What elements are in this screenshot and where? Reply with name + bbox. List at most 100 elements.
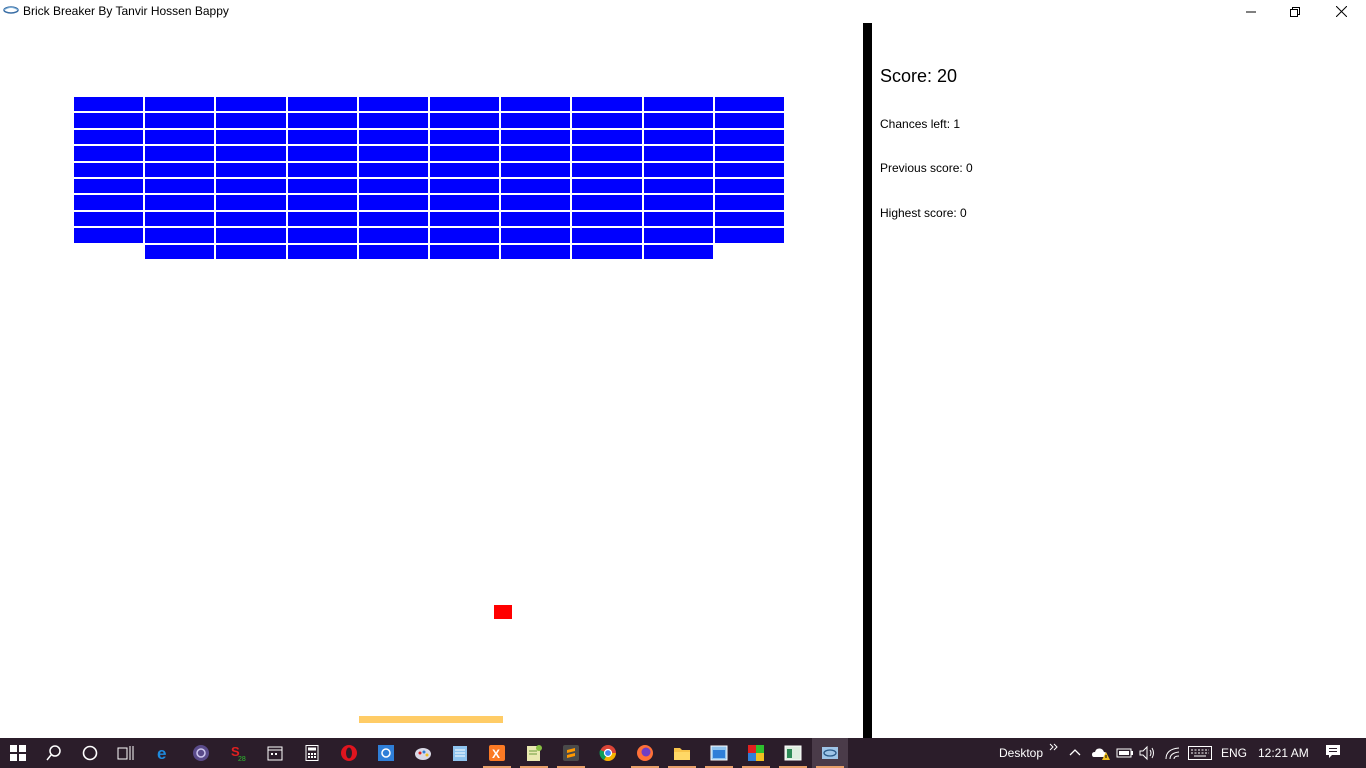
notepad-icon[interactable] [442,738,478,768]
close-button[interactable] [1318,0,1364,23]
brick [216,244,286,259]
brick [430,195,500,210]
calendar-icon[interactable] [257,738,293,768]
app-green-icon[interactable] [775,738,811,768]
brick [145,146,215,161]
edge-icon[interactable]: e [146,738,182,768]
firefox-icon[interactable] [627,738,663,768]
minimize-button[interactable] [1228,0,1274,23]
restore-button[interactable] [1272,0,1318,23]
brick [714,97,784,112]
brick [74,195,144,210]
brick [216,162,286,177]
language-indicator[interactable]: ENG [1221,746,1247,760]
file-explorer-icon[interactable] [664,738,700,768]
chances-text: Chances left: 1 [880,117,961,131]
wifi-icon[interactable] [1164,745,1182,761]
clock-time[interactable]: 12:21 AM [1258,746,1309,760]
opera-icon[interactable] [331,738,367,768]
brick [358,97,428,112]
brick [74,179,144,194]
brick [145,129,215,145]
notepad-plus-icon[interactable] [516,738,552,768]
brick [501,146,571,161]
brick [145,228,215,243]
brick [145,211,215,227]
xampp-icon[interactable]: X [479,738,515,768]
search-icon[interactable] [36,738,72,768]
volume-icon[interactable] [1139,745,1157,761]
restore-icon [1290,6,1300,17]
brick [287,195,357,210]
desktop-toolbar-label[interactable]: Desktop [999,746,1043,760]
brick [287,244,357,259]
brick [430,129,500,145]
brick [287,179,357,194]
app-s-icon[interactable]: S 28 [220,738,256,768]
chevron-right-double-icon[interactable] [1049,743,1059,751]
app-icon [3,6,19,14]
brick [145,113,215,128]
brick-breaker-icon[interactable] [812,738,848,768]
brick [216,211,286,227]
battery-icon[interactable] [1116,745,1134,759]
window-title: Brick Breaker By Tanvir Hossen Bappy [23,4,229,18]
brick [714,113,784,128]
title-bar: Brick Breaker By Tanvir Hossen Bappy [0,0,1366,23]
brick [714,146,784,161]
brick [501,129,571,145]
ball [494,605,512,619]
brick [572,113,642,128]
svg-text:28: 28 [238,756,246,762]
brick [74,211,144,227]
brick [287,97,357,112]
app-color-icon[interactable] [738,738,774,768]
app-window-icon[interactable] [701,738,737,768]
paint-icon[interactable] [405,738,441,768]
brick [572,179,642,194]
brick [572,129,642,145]
minimize-icon [1246,11,1256,12]
brick [216,195,286,210]
score-panel: Score: 20 Chances left: 1 Previous score… [872,23,1366,738]
brick [74,162,144,177]
brick [643,113,713,128]
brick [501,244,571,259]
brick [216,179,286,194]
brick [643,211,713,227]
brick [643,195,713,210]
brick [358,113,428,128]
cortana-icon[interactable] [72,738,108,768]
brick [501,195,571,210]
brick [145,244,215,259]
brick [501,113,571,128]
game-area [0,23,863,738]
svg-text:e: e [157,744,166,762]
brick [358,211,428,227]
brick [501,228,571,243]
brick [287,129,357,145]
brick [287,113,357,128]
brick [358,228,428,243]
chevron-up-icon[interactable] [1069,748,1081,756]
score-text: Score: 20 [880,66,958,86]
sublime-icon[interactable] [553,738,589,768]
keyboard-icon[interactable] [1188,746,1212,760]
brick [430,179,500,194]
brick [643,162,713,177]
brick [216,113,286,128]
brick [358,129,428,145]
brick [643,244,713,259]
calculator-icon[interactable] [294,738,330,768]
media-player-icon[interactable] [183,738,219,768]
brick [216,228,286,243]
notification-icon[interactable] [1325,744,1341,760]
brick [287,162,357,177]
task-view-icon[interactable] [108,738,144,768]
windows-start-icon[interactable] [0,738,36,768]
paddle[interactable] [359,716,503,723]
brick [501,162,571,177]
chrome-icon[interactable] [590,738,626,768]
app-blue-icon[interactable] [368,738,404,768]
onedrive-warning-icon[interactable] [1091,745,1111,761]
